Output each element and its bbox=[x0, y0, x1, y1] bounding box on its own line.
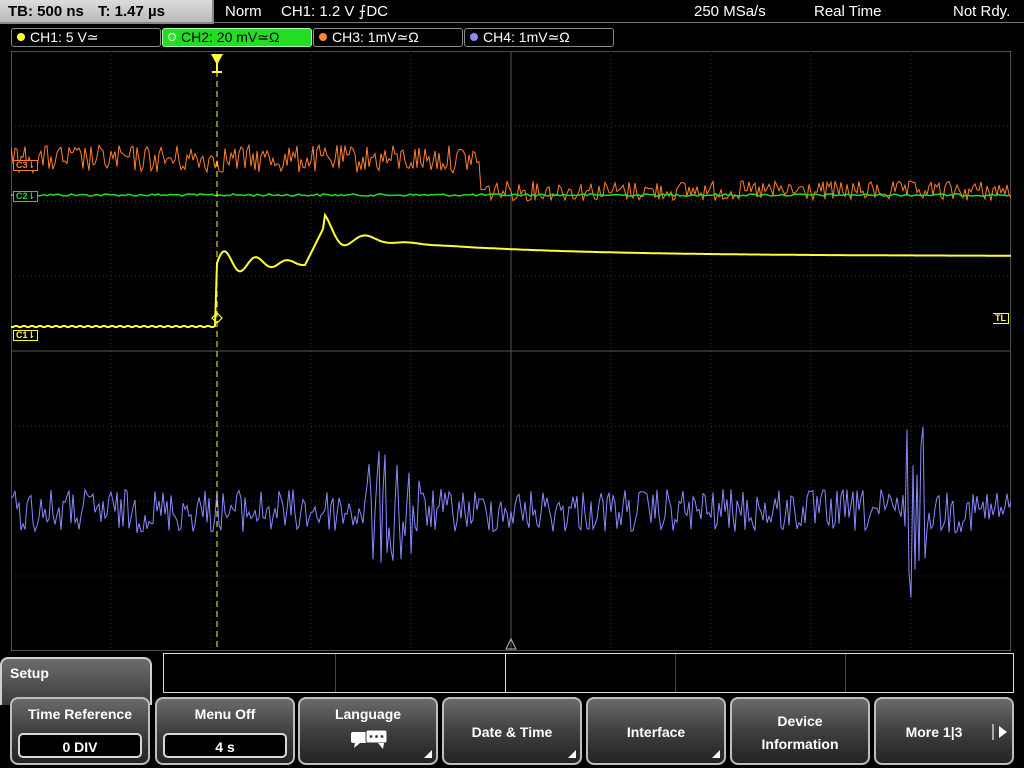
channel-tab-ch4[interactable]: CH4: 1mV≃Ω bbox=[464, 28, 614, 47]
device-information-label-line1: Device bbox=[777, 713, 823, 729]
waveform-display[interactable]: C1⇂ C2⇂ C3⇂ TL bbox=[11, 51, 1011, 651]
language-label: Language bbox=[334, 706, 402, 722]
submenu-corner-icon bbox=[424, 750, 432, 758]
ch1-tab-label: CH1: 5 V≃ bbox=[30, 29, 99, 45]
device-information-label-line2: Information bbox=[761, 736, 839, 752]
time-reference-label: Time Reference bbox=[27, 706, 132, 722]
ch4-tab-label: CH4: 1mV≃Ω bbox=[483, 29, 570, 45]
status-bar: TB: 500 ns T: 1.47 µs Norm CH1: 1.2 V ⨍D… bbox=[0, 0, 1024, 24]
waveform-overview-bar bbox=[163, 653, 1014, 693]
acquisition-mode: Real Time bbox=[814, 3, 882, 20]
submenu-corner-icon bbox=[712, 750, 720, 758]
more-divider bbox=[992, 724, 994, 740]
time-reference-value[interactable]: 0 DIV bbox=[18, 733, 142, 758]
overview-divider bbox=[335, 654, 336, 692]
timebase-box[interactable]: TB: 500 ns T: 1.47 µs bbox=[0, 0, 214, 24]
more-page-label: More 1|3 bbox=[905, 724, 963, 740]
sample-rate: 250 MSa/s bbox=[694, 3, 766, 20]
ch1-color-dot bbox=[17, 33, 25, 41]
ch2-tab-label: CH2: 20 mV≃Ω bbox=[181, 29, 280, 45]
acquisition-status: Not Rdy. bbox=[953, 3, 1011, 20]
menu-off-value[interactable]: 4 s bbox=[163, 733, 287, 758]
ch1-offset-marker[interactable]: C1⇂ bbox=[13, 330, 39, 341]
timebase-readout: TB: 500 ns bbox=[8, 3, 84, 20]
time-reference-softkey[interactable]: Time Reference 0 DIV bbox=[10, 697, 150, 765]
more-softkey[interactable]: More 1|3 bbox=[874, 697, 1014, 765]
ch2-color-dot bbox=[168, 33, 176, 41]
setup-menu-title: Setup bbox=[10, 665, 49, 681]
next-page-arrow-icon bbox=[999, 726, 1007, 738]
speech-bubbles-icon bbox=[351, 729, 388, 749]
device-information-softkey[interactable]: Device Information bbox=[730, 697, 870, 765]
channel-tab-ch1[interactable]: CH1: 5 V≃ bbox=[11, 28, 161, 47]
date-time-label: Date & Time bbox=[471, 724, 553, 740]
date-time-softkey[interactable]: Date & Time bbox=[442, 697, 582, 765]
menu-off-label: Menu Off bbox=[194, 706, 256, 722]
interface-softkey[interactable]: Interface bbox=[586, 697, 726, 765]
language-softkey[interactable]: Language bbox=[298, 697, 438, 765]
channel-tab-ch3[interactable]: CH3: 1mV≃Ω bbox=[313, 28, 463, 47]
trigger-level-marker[interactable]: TL bbox=[993, 313, 1009, 324]
interface-label: Interface bbox=[626, 724, 686, 740]
ch3-tab-label: CH3: 1mV≃Ω bbox=[332, 29, 419, 45]
waveform-canvas bbox=[11, 51, 1011, 651]
trigger-setting: CH1: 1.2 V ⨍DC bbox=[281, 3, 389, 20]
menu-off-softkey[interactable]: Menu Off 4 s bbox=[155, 697, 295, 765]
overview-center-line bbox=[505, 654, 506, 692]
overview-divider bbox=[845, 654, 846, 692]
ch2-offset-marker[interactable]: C2⇂ bbox=[13, 191, 39, 202]
trigger-mode: Norm bbox=[225, 3, 262, 20]
status-bar-divider bbox=[214, 22, 1024, 23]
ch3-offset-marker[interactable]: C3⇂ bbox=[13, 160, 39, 171]
overview-divider bbox=[675, 654, 676, 692]
channel-tab-ch2[interactable]: CH2: 20 mV≃Ω bbox=[162, 28, 312, 47]
ch4-color-dot bbox=[470, 33, 478, 41]
trigger-time-readout: T: 1.47 µs bbox=[98, 3, 166, 20]
submenu-corner-icon bbox=[568, 750, 576, 758]
ch3-color-dot bbox=[319, 33, 327, 41]
